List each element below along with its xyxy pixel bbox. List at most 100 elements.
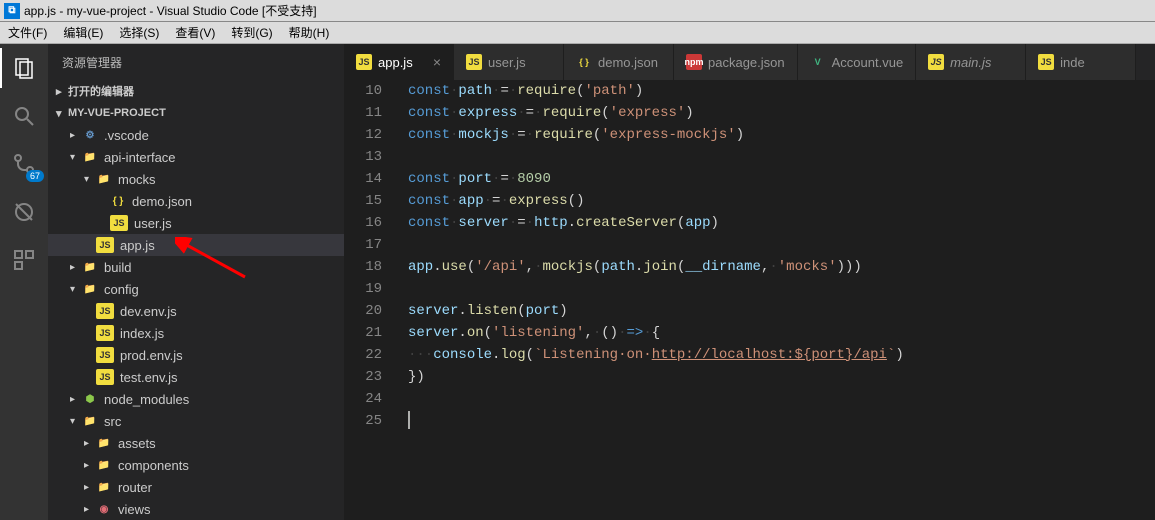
tree-item-label: src [104, 414, 121, 429]
json-icon: { } [110, 193, 126, 209]
tab-label: Account.vue [832, 55, 904, 70]
tree-item-src[interactable]: ▾📁 src [48, 410, 344, 432]
code-line[interactable] [408, 278, 1155, 300]
code-line[interactable]: const·port·=·8090 [408, 168, 1155, 190]
tree-item-router[interactable]: ▸📁router [48, 476, 344, 498]
code-line[interactable] [408, 234, 1155, 256]
tab-inde[interactable]: JSinde [1026, 44, 1136, 80]
tab-label: user.js [488, 55, 526, 70]
menu-view[interactable]: 查看(V) [167, 22, 223, 43]
tree-item-node_modules[interactable]: ▸⬢node_modules [48, 388, 344, 410]
project-section[interactable]: ▾ MY-VUE-PROJECT [48, 102, 344, 124]
js-icon: JS [110, 215, 128, 231]
code-line[interactable]: const·app·=·express() [408, 190, 1155, 212]
menu-select[interactable]: 选择(S) [111, 22, 167, 43]
sidebar-title: 资源管理器 [48, 44, 344, 80]
tree-item-dev-env-js[interactable]: JS dev.env.js [48, 300, 344, 322]
folder-vscode-icon: ⚙ [82, 127, 98, 143]
chevron-right-icon: ▸ [56, 85, 68, 98]
js-icon: JS [96, 237, 114, 253]
tree-item-label: index.js [120, 326, 164, 341]
chevron-down-icon: ▾ [70, 416, 82, 427]
tab-package-json[interactable]: npmpackage.json [674, 44, 798, 80]
search-icon[interactable] [10, 102, 38, 130]
js-icon: JS [96, 369, 114, 385]
tab-label: demo.json [598, 55, 658, 70]
tree-item-label: dev.env.js [120, 304, 177, 319]
tree-item--vscode[interactable]: ▸⚙.vscode [48, 124, 344, 146]
tree-item-label: app.js [120, 238, 155, 253]
tree-item-label: test.env.js [120, 370, 178, 385]
open-editors-section[interactable]: ▸ 打开的编辑器 [48, 80, 344, 102]
tree-item-prod-env-js[interactable]: JSprod.env.js [48, 344, 344, 366]
chevron-down-icon: ▾ [70, 284, 82, 295]
menu-goto[interactable]: 转到(G) [223, 22, 280, 43]
tree-item-config[interactable]: ▾📁config [48, 278, 344, 300]
source-control-icon[interactable]: 67 [10, 150, 38, 178]
project-label: MY-VUE-PROJECT [68, 107, 166, 119]
extensions-icon[interactable] [10, 246, 38, 274]
tab-app-js[interactable]: JSapp.js× [344, 44, 454, 80]
tree-item-mocks[interactable]: ▾📁mocks [48, 168, 344, 190]
code-line[interactable] [408, 388, 1155, 410]
menu-file[interactable]: 文件(F) [0, 22, 55, 43]
tree-item-index-js[interactable]: JS index.js [48, 322, 344, 344]
tab-label: package.json [708, 55, 785, 70]
editor-area: JSapp.js× JS user.js { }demo.jsonnpmpackage… [344, 44, 1155, 520]
tree-item-build[interactable]: ▸📁build [48, 256, 344, 278]
folder-icon: 📁 [82, 149, 98, 165]
tree-item-app-js[interactable]: JS app.js [48, 234, 344, 256]
tab-label: inde [1060, 55, 1085, 70]
tree-item-label: demo.json [132, 194, 192, 209]
code-line[interactable]: const·express·=·require('express') [408, 102, 1155, 124]
tree-item-demo-json[interactable]: { } demo.json [48, 190, 344, 212]
code-line[interactable]: const·mockjs·=·require('express-mockjs') [408, 124, 1155, 146]
tree-item-assets[interactable]: ▸📁assets [48, 432, 344, 454]
chevron-right-icon: ▸ [84, 504, 96, 515]
tree-item-user-js[interactable]: JS user.js [48, 212, 344, 234]
chevron-right-icon: ▸ [84, 482, 96, 493]
menu-help[interactable]: 帮助(H) [281, 22, 338, 43]
code-line[interactable]: ···console.log(`Listening·on·http://loca… [408, 344, 1155, 366]
chevron-down-icon: ▾ [70, 152, 82, 163]
explorer-icon[interactable] [10, 54, 38, 82]
tree-item-label: assets [118, 436, 156, 451]
code-content[interactable]: const·path·=·require('path')const·expres… [400, 80, 1155, 520]
code-line[interactable]: server.on('listening',·()·=>·{ [408, 322, 1155, 344]
tree-item-label: user.js [134, 216, 172, 231]
vue-icon: V [810, 54, 826, 70]
tree-item-views[interactable]: ▸◉ views [48, 498, 344, 520]
js-icon: JS [96, 347, 114, 363]
code-line[interactable]: server.listen(port) [408, 300, 1155, 322]
window-titlebar: ⧉ app.js - my-vue-project - Visual Studi… [0, 0, 1155, 22]
tree-item-components[interactable]: ▸📁components [48, 454, 344, 476]
tab-Account-vue[interactable]: V Account.vue [798, 44, 917, 80]
code-line[interactable]: const·server·=·http.createServer(app) [408, 212, 1155, 234]
js-icon: JS [96, 303, 114, 319]
editor[interactable]: 10111213141516171819202122232425 const·p… [344, 80, 1155, 520]
close-icon[interactable]: × [433, 54, 441, 70]
tree-item-test-env-js[interactable]: JS test.env.js [48, 366, 344, 388]
js-icon: JS [466, 54, 482, 70]
tab-main-js[interactable]: JSmain.js [916, 44, 1026, 80]
tab-demo-json[interactable]: { }demo.json [564, 44, 674, 80]
tree-item-label: mocks [118, 172, 156, 187]
js-icon: JS [928, 54, 944, 70]
chevron-down-icon: ▾ [84, 174, 96, 185]
code-line[interactable]: const·path·=·require('path') [408, 80, 1155, 102]
tab-user-js[interactable]: JS user.js [454, 44, 564, 80]
code-line[interactable]: app.use('/api',·mockjs(path.join(__dirna… [408, 256, 1155, 278]
js-icon: JS [96, 325, 114, 341]
tree-item-label: router [118, 480, 152, 495]
tree-item-api-interface[interactable]: ▾📁api-interface [48, 146, 344, 168]
debug-icon[interactable] [10, 198, 38, 226]
views-icon: ◉ [96, 501, 112, 517]
code-line[interactable]: }) [408, 366, 1155, 388]
code-line[interactable] [408, 146, 1155, 168]
vscode-logo-icon: ⧉ [4, 3, 20, 19]
code-line[interactable] [408, 410, 1155, 432]
chevron-right-icon: ▸ [84, 438, 96, 449]
tree-item-label: views [118, 502, 151, 517]
menu-edit[interactable]: 编辑(E) [55, 22, 111, 43]
folder-icon: 📁 [82, 413, 98, 429]
